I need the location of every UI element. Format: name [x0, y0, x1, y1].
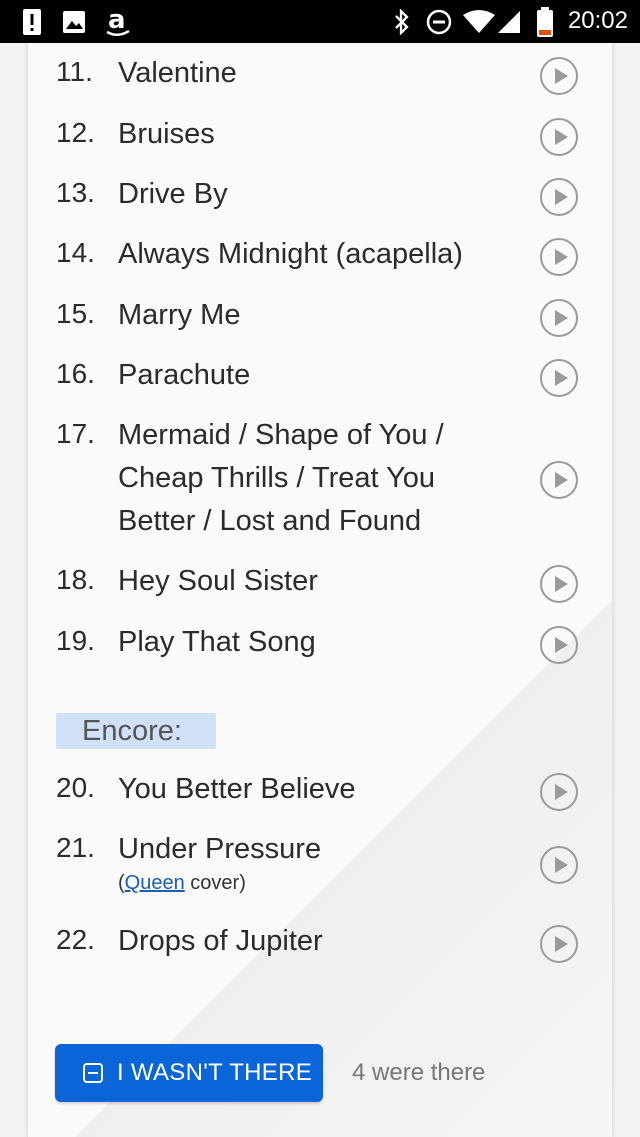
bluetooth-icon: [395, 9, 409, 35]
song-title[interactable]: Bruises: [118, 113, 498, 156]
song-title[interactable]: Under Pressure: [118, 833, 321, 865]
battery-low-icon: [537, 7, 553, 37]
play-icon[interactable]: [540, 299, 578, 337]
play-icon[interactable]: [540, 461, 578, 499]
song-title[interactable]: Mermaid / Shape of You / Cheap Thrills /…: [118, 414, 478, 543]
alert-icon: [23, 9, 41, 35]
cover-note: (Queen cover): [118, 871, 498, 895]
song-title[interactable]: Marry Me: [118, 294, 498, 337]
i-wasnt-there-label: I WASN'T THERE: [117, 1059, 313, 1086]
do-not-disturb-icon: [426, 9, 452, 35]
play-icon[interactable]: [540, 178, 578, 216]
song-title[interactable]: Play That Song: [118, 621, 498, 664]
song-title[interactable]: Drops of Jupiter: [118, 920, 498, 963]
svg-text:a: a: [108, 5, 126, 35]
setlist-page: 11. Valentine 12. Bruises 13. Drive By 1…: [28, 43, 612, 1137]
amazon-icon: a: [106, 5, 130, 36]
cover-artist-link[interactable]: Queen: [125, 872, 185, 894]
encore-label: Encore:: [82, 715, 182, 747]
attendance-count: 4 were there: [352, 1059, 486, 1086]
image-icon: [63, 11, 85, 33]
wifi-icon: [463, 10, 495, 33]
song-title[interactable]: You Better Believe: [118, 768, 498, 811]
play-icon[interactable]: [540, 359, 578, 397]
play-icon[interactable]: [540, 57, 578, 95]
song-title-block: Under Pressure (Queen cover): [118, 828, 498, 895]
song-title[interactable]: Drive By: [118, 173, 498, 216]
play-icon[interactable]: [540, 773, 578, 811]
signal-icon: [498, 11, 520, 33]
play-icon[interactable]: [540, 118, 578, 156]
clock-time: 20:02: [567, 7, 628, 34]
play-icon[interactable]: [540, 846, 578, 884]
play-icon[interactable]: [540, 238, 578, 276]
play-icon[interactable]: [540, 626, 578, 664]
cover-note-suffix: cover): [184, 872, 246, 894]
play-icon[interactable]: [540, 565, 578, 603]
song-title[interactable]: Always Midnight (acapella): [118, 233, 518, 276]
status-bar: a 20:02: [0, 0, 640, 43]
minus-box-icon: [83, 1063, 103, 1083]
play-icon[interactable]: [540, 925, 578, 963]
song-title[interactable]: Parachute: [118, 354, 498, 397]
cover-note-prefix: (: [118, 872, 125, 894]
i-wasnt-there-button[interactable]: I WASN'T THERE: [55, 1044, 323, 1102]
encore-heading: Encore:: [56, 713, 216, 749]
song-title[interactable]: Hey Soul Sister: [118, 560, 498, 603]
song-title[interactable]: Valentine: [118, 52, 498, 95]
